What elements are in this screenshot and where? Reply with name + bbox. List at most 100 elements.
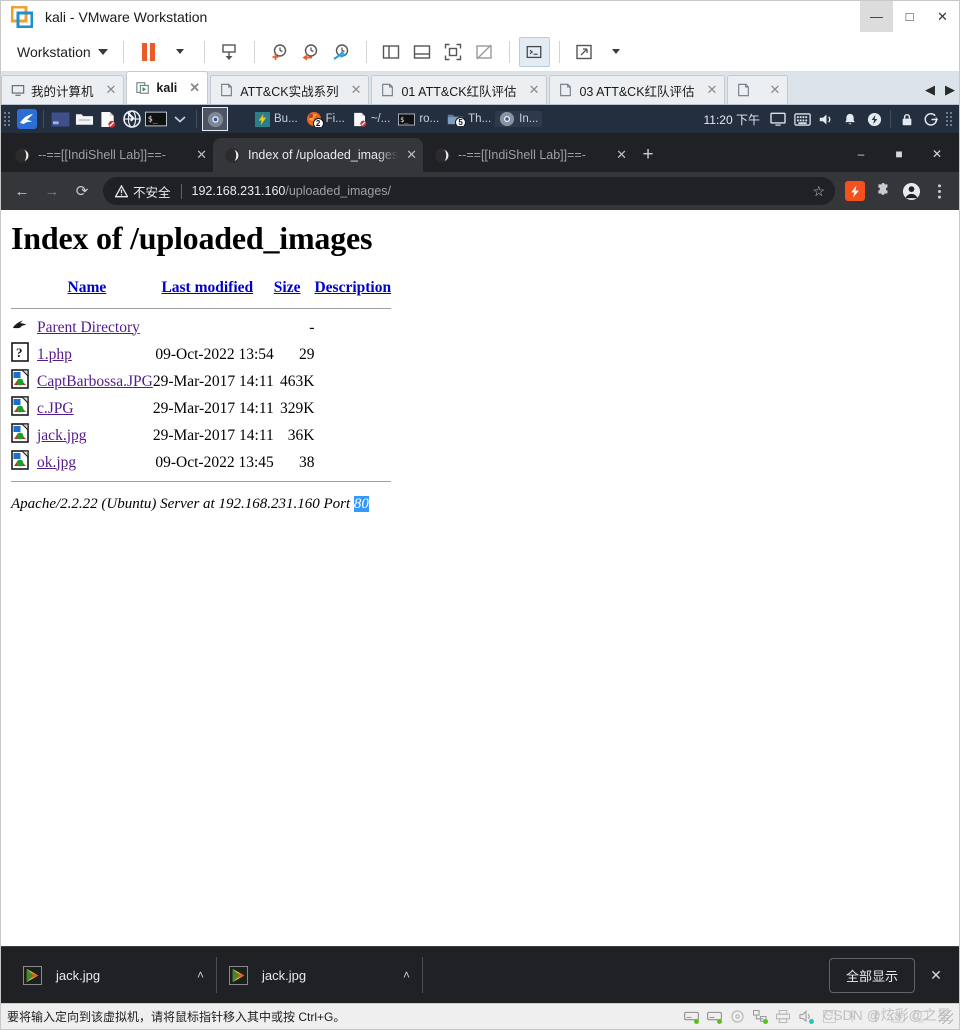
vm-tab-kali[interactable]: kali ✕ xyxy=(126,71,209,104)
close-shelf-button[interactable]: ✕ xyxy=(923,962,949,988)
pause-dropdown-button[interactable] xyxy=(164,37,195,67)
show-thumbnail-bar-button[interactable] xyxy=(407,37,438,67)
task-text-editor[interactable]: ~/... xyxy=(349,112,395,127)
forward-button[interactable]: → xyxy=(37,176,67,206)
hard-disk-1-icon[interactable] xyxy=(682,1009,700,1025)
browser-tab-index-of-uploaded-images[interactable]: Index of /uploaded_images ✕ xyxy=(213,138,424,172)
full-screen-button[interactable] xyxy=(438,37,469,67)
vm-tab-my-computer[interactable]: 我的计算机 ✕ xyxy=(1,75,125,104)
file-link[interactable]: Parent Directory xyxy=(37,319,140,336)
panel-clock[interactable]: 11:20 下午 xyxy=(704,111,760,128)
power-manager-icon[interactable] xyxy=(863,108,885,130)
floppy-icon[interactable] xyxy=(820,1009,838,1025)
resize-grip-icon[interactable] xyxy=(939,1009,953,1024)
pause-vm-button[interactable] xyxy=(133,37,164,67)
close-icon[interactable]: ✕ xyxy=(351,82,362,98)
sort-by-description-link[interactable]: Description xyxy=(314,279,391,296)
bluetooth-icon[interactable] xyxy=(866,1009,884,1025)
cd-dvd-icon[interactable] xyxy=(728,1009,746,1025)
vm-tab-attck-03[interactable]: 03 ATT&CK红队评估 ✕ xyxy=(549,75,726,104)
sort-by-modified-link[interactable]: Last modified xyxy=(161,279,253,296)
network-adapter-icon[interactable] xyxy=(751,1009,769,1025)
kali-menu-button[interactable] xyxy=(16,108,38,130)
close-icon[interactable]: ✕ xyxy=(529,82,540,98)
stretch-guest-button[interactable] xyxy=(569,37,600,67)
vm-tab-attck-series[interactable]: ATT&CK实战系列 ✕ xyxy=(210,75,370,104)
terminal-icon[interactable]: $_ xyxy=(145,108,167,130)
sound-card-icon[interactable] xyxy=(797,1009,815,1025)
camera-icon[interactable] xyxy=(889,1009,907,1025)
address-bar[interactable]: 不安全 192.168.231.160/uploaded_images/ ☆ xyxy=(103,177,835,205)
download-item-1[interactable]: jack.jpg ˄ xyxy=(11,956,216,994)
close-icon[interactable]: ✕ xyxy=(189,80,200,96)
close-icon[interactable]: ✕ xyxy=(196,147,207,163)
vm-tab-attck-01[interactable]: 01 ATT&CK红队评估 ✕ xyxy=(371,75,548,104)
log-out-icon[interactable] xyxy=(920,108,942,130)
chrome-menu-button[interactable] xyxy=(925,177,953,205)
panel-grip-icon[interactable] xyxy=(3,111,12,127)
download-item-2[interactable]: jack.jpg ˄ xyxy=(217,956,422,994)
hard-disk-2-icon[interactable] xyxy=(705,1009,723,1025)
workstation-menu-button[interactable]: Workstation xyxy=(11,40,114,64)
show-library-button[interactable] xyxy=(376,37,407,67)
file-link[interactable]: CaptBarbossa.JPG xyxy=(37,373,153,390)
close-icon[interactable]: ✕ xyxy=(616,147,627,163)
workspace-switcher-icon[interactable] xyxy=(49,108,71,130)
security-indicator[interactable]: 不安全 xyxy=(115,182,171,201)
vm-tab-overflow[interactable]: ✕ xyxy=(727,75,789,104)
browser-tab-indishell-1[interactable]: --==[[IndiShell Lab]]==- ✕ xyxy=(3,138,213,172)
volume-icon[interactable] xyxy=(815,108,837,130)
stretch-dropdown-button[interactable] xyxy=(600,37,631,67)
printer-icon[interactable] xyxy=(774,1009,792,1025)
extensions-button[interactable] xyxy=(869,177,897,205)
manage-snapshots-button[interactable] xyxy=(326,37,357,67)
tab-scroll-prev-button[interactable]: ◀ xyxy=(925,82,935,98)
console-view-button[interactable] xyxy=(518,36,550,67)
panel-grip-icon[interactable] xyxy=(945,111,954,127)
file-link[interactable]: c.JPG xyxy=(37,400,74,417)
show-all-downloads-button[interactable]: 全部显示 xyxy=(828,957,915,993)
task-terminal[interactable]: $_ ro... xyxy=(394,113,443,126)
file-link[interactable]: ok.jpg xyxy=(37,454,76,471)
sort-by-size-link[interactable]: Size xyxy=(274,279,301,296)
file-manager-icon[interactable] xyxy=(73,108,95,130)
display-settings-icon[interactable] xyxy=(767,108,789,130)
task-file-manager[interactable]: 5 Th... xyxy=(443,112,495,126)
task-burpsuite[interactable]: Bu... xyxy=(251,111,302,127)
star-icon[interactable]: ☆ xyxy=(812,183,827,200)
browser-close-button[interactable]: ✕ xyxy=(919,141,955,167)
web-browser-icon[interactable] xyxy=(121,108,143,130)
reload-button[interactable]: ⟳ xyxy=(67,176,97,206)
keyboard-layout-icon[interactable] xyxy=(791,108,813,130)
chevron-up-icon[interactable]: ˄ xyxy=(197,968,204,982)
browser-tab-indishell-2[interactable]: --==[[IndiShell Lab]]==- ✕ xyxy=(423,138,633,172)
vmware-maximize-button[interactable]: □ xyxy=(893,1,926,32)
close-icon[interactable]: ✕ xyxy=(769,82,780,98)
notifications-icon[interactable] xyxy=(839,108,861,130)
close-icon[interactable]: ✕ xyxy=(406,147,417,163)
take-snapshot-button[interactable] xyxy=(264,37,295,67)
close-icon[interactable]: ✕ xyxy=(707,82,718,98)
file-link[interactable]: jack.jpg xyxy=(37,427,87,444)
new-tab-button[interactable]: + xyxy=(633,138,663,172)
lock-screen-icon[interactable] xyxy=(896,108,918,130)
text-editor-icon[interactable] xyxy=(97,108,119,130)
vmware-minimize-button[interactable]: — xyxy=(860,1,893,32)
send-ctrl-alt-del-button[interactable] xyxy=(214,37,245,67)
tab-scroll-next-button[interactable]: ▶ xyxy=(945,82,955,98)
vmware-close-button[interactable]: ✕ xyxy=(926,1,959,32)
terminal-dropdown-icon[interactable] xyxy=(169,108,191,130)
file-link[interactable]: 1.php xyxy=(37,346,72,363)
display-icon[interactable] xyxy=(912,1009,930,1025)
browser-minimize-button[interactable]: – xyxy=(843,141,879,167)
chevron-up-icon[interactable]: ˄ xyxy=(403,968,410,982)
close-icon[interactable]: ✕ xyxy=(106,82,117,98)
revert-snapshot-button[interactable] xyxy=(295,37,326,67)
sort-by-name-link[interactable]: Name xyxy=(68,279,107,296)
lightning-extension-button[interactable] xyxy=(841,177,869,205)
profile-button[interactable] xyxy=(897,177,925,205)
chrome-launcher-active[interactable] xyxy=(202,107,228,131)
task-firefox[interactable]: 2 Fi... xyxy=(302,111,349,127)
usb-icon[interactable] xyxy=(843,1009,861,1025)
browser-maximize-button[interactable]: ■ xyxy=(881,141,917,167)
